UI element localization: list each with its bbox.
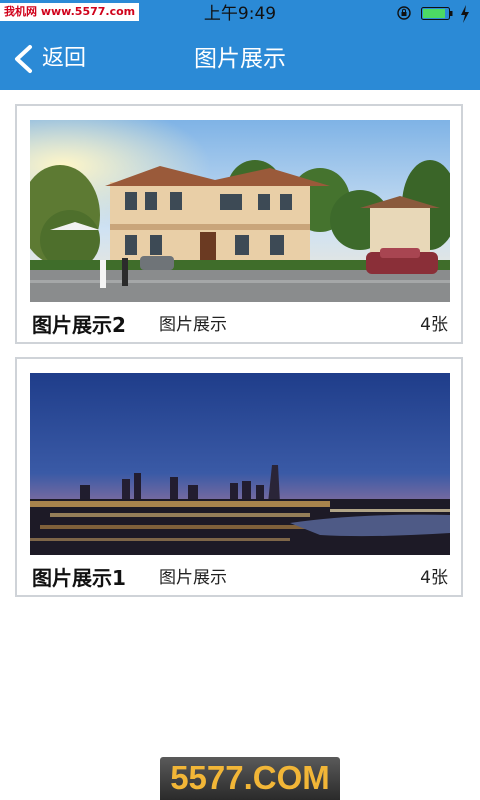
charging-icon xyxy=(461,5,469,23)
watermark-text: 5577.COM xyxy=(170,759,330,796)
battery-icon xyxy=(421,7,453,20)
card-title: 图片展示2 xyxy=(32,313,126,337)
card-subtitle: 图片展示 xyxy=(159,315,227,335)
gallery-card[interactable]: 图片展示2 图片展示 4张 xyxy=(15,104,463,344)
rotation-lock-icon xyxy=(397,6,411,20)
page-title: 图片展示 xyxy=(194,46,286,72)
villa-photo xyxy=(30,120,450,302)
gallery-card[interactable]: 图片展示1 图片展示 4张 xyxy=(15,357,463,597)
card-count: 4张 xyxy=(420,315,448,335)
nav-bar: 返回 图片展示 xyxy=(0,28,480,90)
status-bar: 我机网 www.5577.com 上午9:49 xyxy=(0,0,480,28)
card-subtitle: 图片展示 xyxy=(159,568,227,588)
card-title: 图片展示1 xyxy=(32,566,126,590)
city-night-photo xyxy=(30,373,450,555)
site-watermark: 5577.COM xyxy=(160,757,340,800)
card-count: 4张 xyxy=(420,568,448,588)
